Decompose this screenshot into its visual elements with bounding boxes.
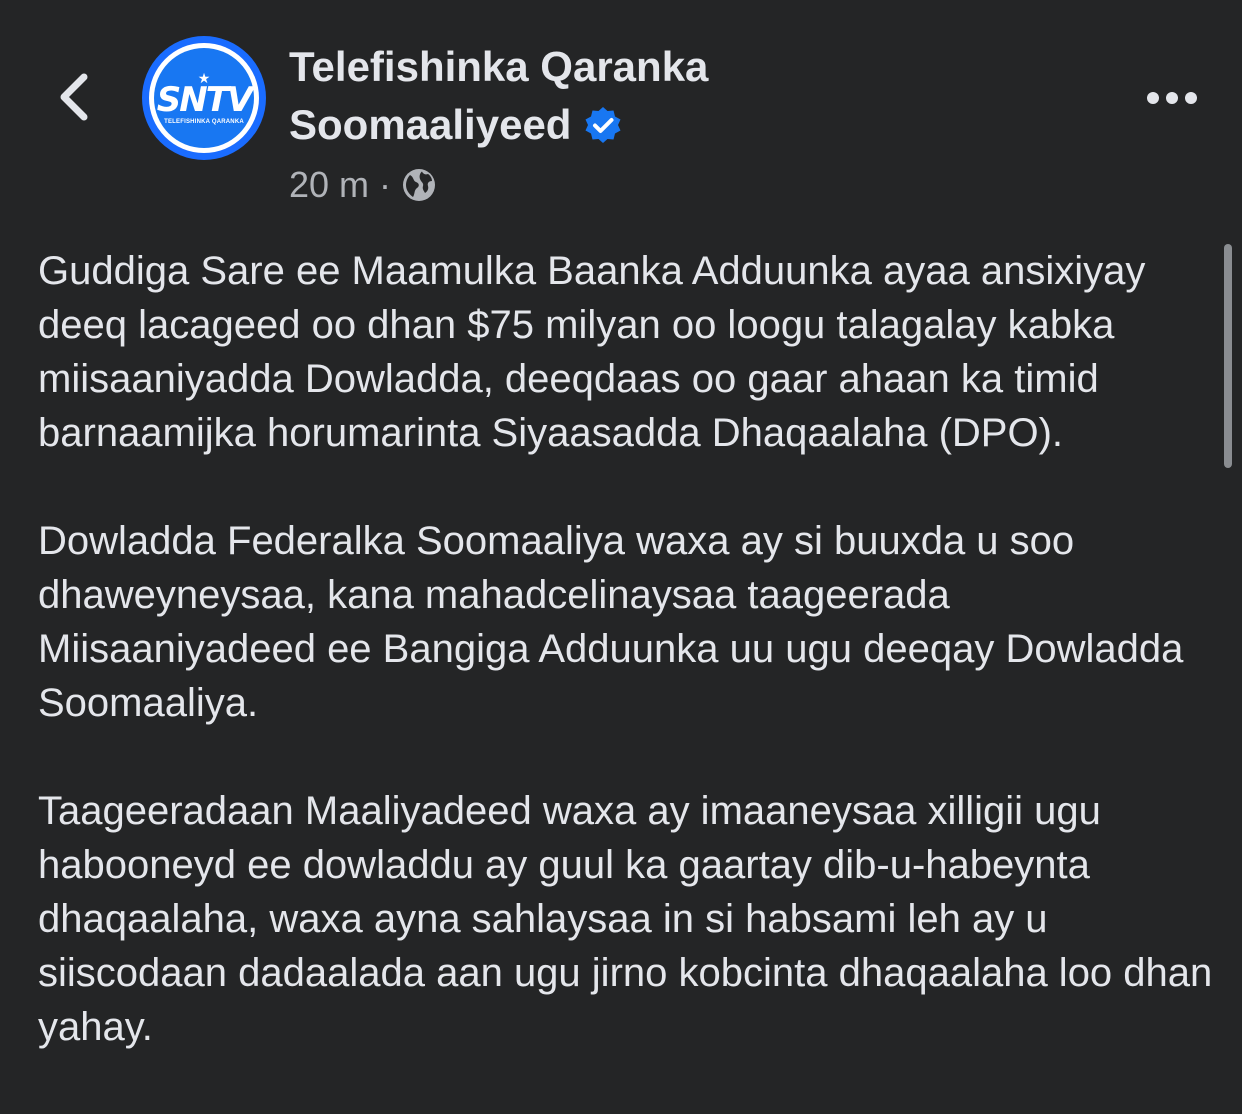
page-name[interactable]: Telefishinka Qaranka Soomaaliyeed xyxy=(289,38,989,154)
avatar-logo-subtext: TELEFISHINKA QARANKA xyxy=(164,119,244,125)
page-avatar[interactable]: ★ SNTV TELEFISHINKA QARANKA xyxy=(142,36,266,160)
post-paragraph-3: Taageeradaan Maaliyadeed waxa ay imaaney… xyxy=(38,789,1213,1049)
more-options-icon xyxy=(1147,92,1197,104)
post-paragraph-2: Dowladda Federalka Soomaaliya waxa ay si… xyxy=(38,519,1184,725)
post-paragraph-1: Guddiga Sare ee Maamulka Baanka Adduunka… xyxy=(38,249,1146,455)
scrollbar[interactable] xyxy=(1224,244,1232,468)
page-name-line2: Soomaaliyeed xyxy=(289,101,572,148)
chevron-left-icon xyxy=(60,73,88,121)
post-meta: 20 m · xyxy=(289,164,437,206)
globe-icon xyxy=(403,169,436,201)
post-screen: ★ SNTV TELEFISHINKA QARANKA Telefishinka… xyxy=(0,0,1242,1114)
post-timestamp[interactable]: 20 m xyxy=(289,164,369,206)
sntv-logo: ★ SNTV TELEFISHINKA QARANKA xyxy=(154,48,254,148)
page-name-line1: Telefishinka Qaranka xyxy=(289,43,709,90)
more-options-button[interactable] xyxy=(1140,78,1204,118)
verified-badge-icon xyxy=(583,105,623,145)
post-text: Guddiga Sare ee Maamulka Baanka Adduunka… xyxy=(38,244,1213,1108)
avatar-logo-text: SNTV xyxy=(156,80,253,120)
back-button[interactable] xyxy=(44,62,104,132)
meta-separator: · xyxy=(379,164,392,205)
